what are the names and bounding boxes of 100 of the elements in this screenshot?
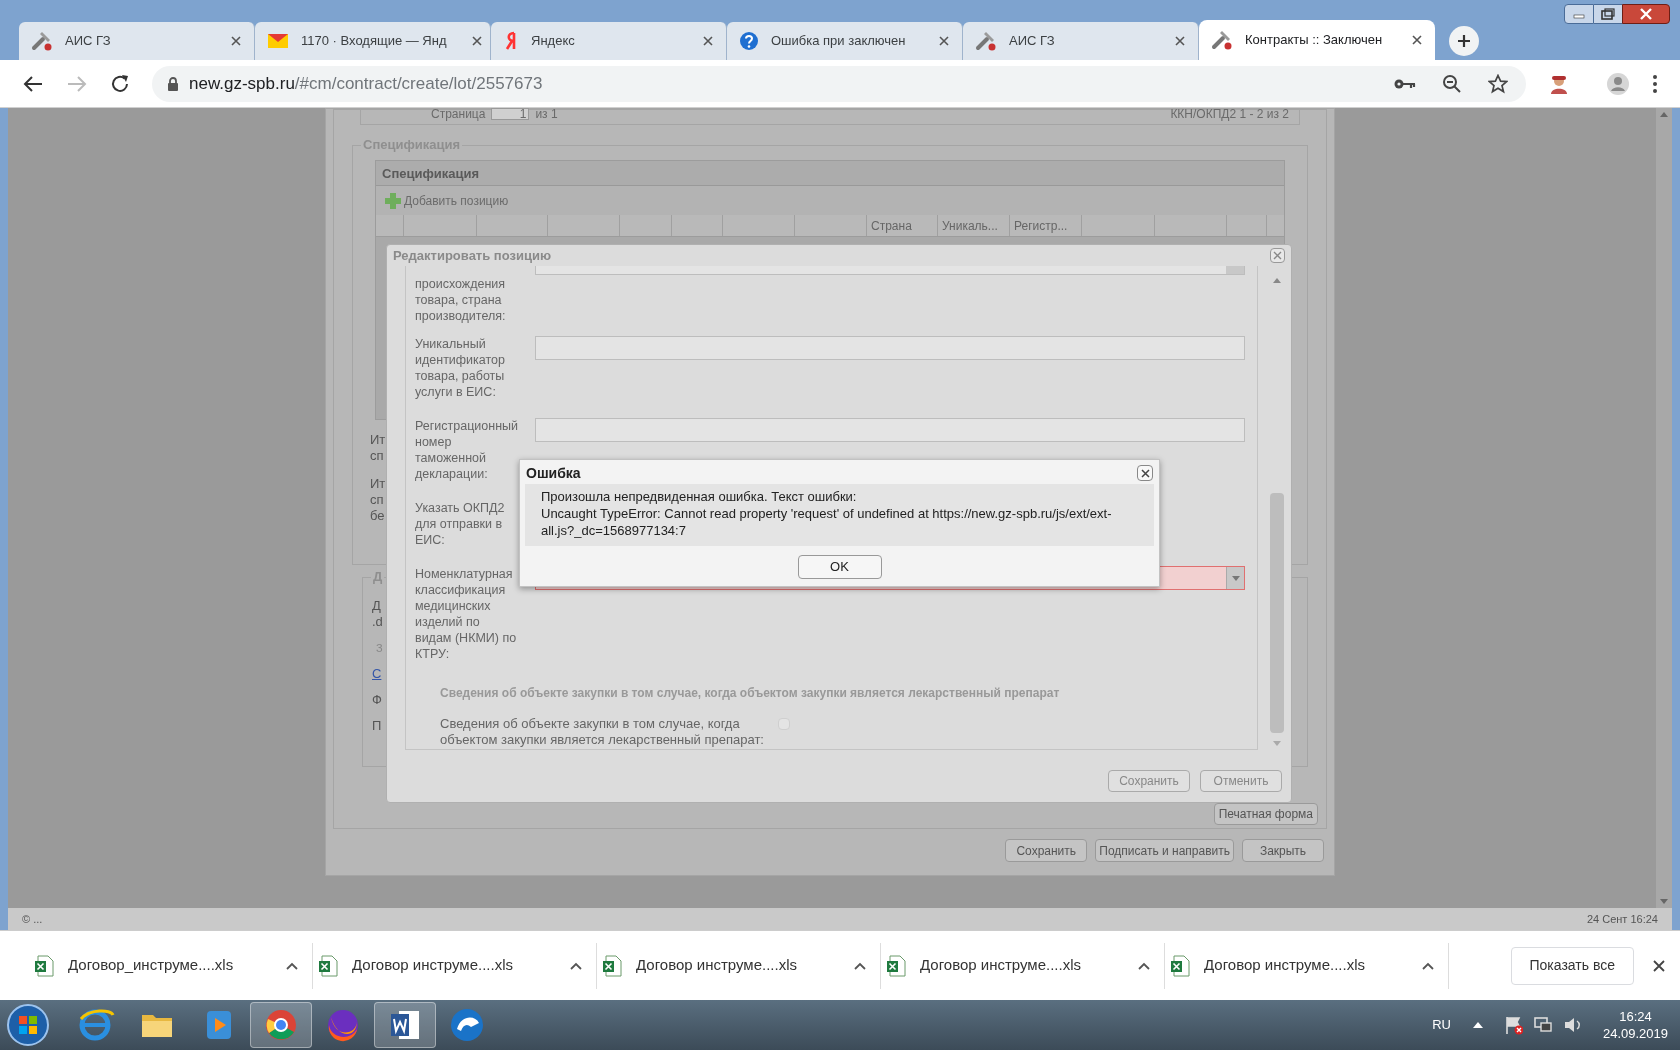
tab-title: Контракты :: Заключен <box>1245 31 1383 50</box>
download-name[interactable]: Договор инструме....xls <box>352 954 556 977</box>
plus-icon <box>384 191 402 210</box>
start-button[interactable] <box>6 1003 50 1047</box>
tab-title: Ошибка при заключен <box>771 32 906 51</box>
form-label: Уникальный идентификатор товара, работы услуги в ЕИС: <box>414 336 506 400</box>
section-title: Сведения об объекте закупки в том случае, когда объектом закупки является лекарственный препарат <box>440 685 1061 702</box>
tools-icon <box>1211 30 1233 50</box>
scroll-up-icon[interactable] <box>1272 278 1281 283</box>
caret-icon[interactable] <box>1138 961 1150 970</box>
caret-icon[interactable] <box>570 961 582 970</box>
lock-icon <box>167 75 179 92</box>
url-text: new.gz-spb.ru/#cm/contract/create/lot/2557673 <box>189 72 544 95</box>
close-button[interactable] <box>1137 465 1153 481</box>
download-name[interactable]: Договор_инструме....xls <box>68 954 272 977</box>
close-icon[interactable] <box>470 35 483 47</box>
text-field[interactable] <box>535 266 1245 275</box>
caret-icon[interactable] <box>1472 1022 1483 1028</box>
profile-icon[interactable] <box>1606 71 1630 96</box>
new-tab-button[interactable] <box>1449 26 1479 56</box>
close-icon[interactable] <box>1652 958 1666 973</box>
download-name[interactable]: Договор инструме....xls <box>636 954 840 977</box>
dialog-title: Редактировать позицию <box>393 246 551 265</box>
close-icon[interactable] <box>1411 34 1423 46</box>
footer-text: © ... <box>22 911 43 927</box>
tools-icon <box>975 31 997 51</box>
footer-button[interactable]: Подписать и направить <box>1095 839 1234 862</box>
form-label: Ит <box>370 432 386 448</box>
pager-total: из 1 <box>535 108 558 120</box>
language-indicator[interactable]: RU <box>1432 1015 1451 1035</box>
back-icon[interactable] <box>22 74 44 93</box>
form-label: сп <box>370 448 384 464</box>
browser-tab[interactable]: 1170 · Входящие — Янд <box>255 22 491 60</box>
browser-tab[interactable]: Яндекс <box>491 22 727 60</box>
browser-tab[interactable]: АИС ГЗ <box>963 22 1199 60</box>
zoom-out-icon[interactable] <box>1442 73 1462 94</box>
download-name[interactable]: Договор инструме....xls <box>920 954 1124 977</box>
form-label: П <box>372 718 382 734</box>
speaker-icon[interactable] <box>1562 1015 1583 1035</box>
footer-button[interactable]: Сохранить <box>1005 839 1088 862</box>
tab-title: АИС ГЗ <box>65 32 111 51</box>
form-label: .d <box>372 614 383 630</box>
restore-button[interactable] <box>1594 4 1622 24</box>
spreadsheet-file-icon <box>34 954 54 977</box>
pager-summary: ККН/ОКПД2 1 - 2 из 2 <box>1170 108 1289 120</box>
spreadsheet-file-icon <box>318 954 338 977</box>
minimize-button[interactable] <box>1564 4 1594 24</box>
dropdown-arrow-icon[interactable] <box>1231 575 1240 581</box>
text-field[interactable] <box>535 418 1245 442</box>
browser-tab[interactable]: Контракты :: Заключен <box>1199 20 1435 60</box>
help-icon <box>739 31 759 51</box>
form-label: Ф <box>372 692 382 708</box>
form-label: происхождения товара, страна производителя: <box>414 276 507 324</box>
spreadsheet-file-icon <box>602 954 622 977</box>
address-field[interactable]: new.gz-spb.ru/#cm/contract/create/lot/2557673 <box>152 65 1526 102</box>
spreadsheet-file-icon <box>1170 954 1190 977</box>
form-label: Ит <box>370 476 386 492</box>
browser-tab[interactable]: Ошибка при заключен <box>727 22 963 60</box>
browser-tab[interactable]: АИС ГЗ <box>19 22 255 60</box>
close-icon[interactable] <box>702 35 714 47</box>
caret-icon[interactable] <box>1422 961 1434 970</box>
close-icon <box>1639 8 1653 20</box>
caret-icon[interactable] <box>286 961 298 970</box>
error-message: Uncaught TypeError: Cannot read property 'request' of undefined at https://new.gz-spb.ru/js/ext/ext-all.js?_dc=1568977134:7 <box>541 505 1113 539</box>
form-label: бе <box>370 508 385 524</box>
tab-title: Яндекс <box>531 32 575 51</box>
error-message: Произошла непредвиденная ошибка. Текст ошибки: <box>541 488 858 505</box>
clock[interactable]: 16:24 24.09.2019 <box>1602 1008 1668 1042</box>
plus-icon <box>1457 34 1471 48</box>
tools-icon <box>31 31 53 51</box>
show-all-button[interactable]: Показать все <box>1510 946 1634 985</box>
checkbox-label: Сведения об объекте закупки в том случае, когда объектом закупки является лекарственный препарат: <box>440 716 765 748</box>
star-icon[interactable] <box>1488 73 1508 94</box>
footer-button[interactable]: Закрыть <box>1242 839 1324 862</box>
spreadsheet-file-icon <box>886 954 906 977</box>
footer-date: 24 Сент 16:24 <box>1586 911 1658 927</box>
close-icon[interactable] <box>230 35 242 47</box>
form-label: Д <box>372 598 381 614</box>
close-icon <box>1140 468 1150 478</box>
form-label: Регистрационный номер таможенной декларации: <box>414 418 519 482</box>
document-link[interactable]: С <box>372 666 382 682</box>
restore-icon <box>1601 8 1615 20</box>
flag-icon[interactable] <box>1504 1015 1523 1035</box>
text-field[interactable] <box>535 336 1245 360</box>
menu-icon[interactable] <box>1652 73 1658 94</box>
ok-button[interactable]: OK <box>797 555 882 579</box>
form-label: сп <box>370 492 384 508</box>
close-window-button[interactable] <box>1622 4 1670 24</box>
form-label: Указать ОКПД2 для отправки в ЕИС: <box>414 500 506 548</box>
close-icon[interactable] <box>938 35 950 47</box>
tab-title: АИС ГЗ <box>1009 32 1055 51</box>
close-icon <box>1273 251 1282 260</box>
reload-icon[interactable] <box>110 73 130 94</box>
page-number-field[interactable]: 1 <box>491 108 530 120</box>
download-name[interactable]: Договор инструме....xls <box>1204 954 1408 977</box>
caret-icon[interactable] <box>854 961 866 970</box>
network-icon[interactable] <box>1532 1015 1553 1035</box>
envelope-icon <box>267 33 289 49</box>
print-form-button[interactable]: Печатная форма <box>1213 803 1318 825</box>
close-icon[interactable] <box>1174 35 1186 47</box>
